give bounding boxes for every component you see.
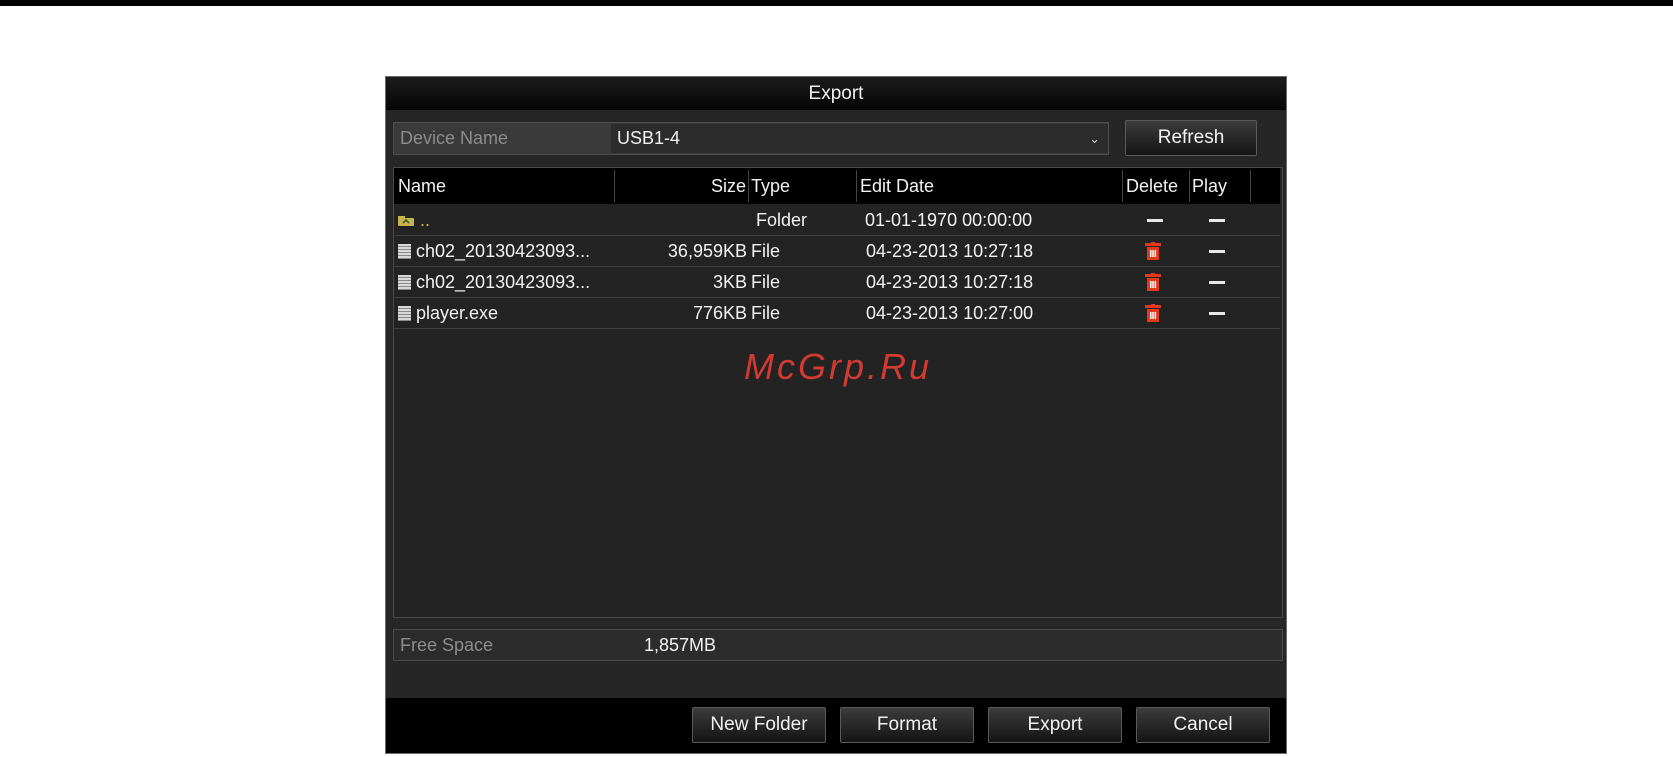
row-type: File xyxy=(751,272,781,292)
row-name: .. xyxy=(398,205,430,236)
file-icon xyxy=(398,275,411,290)
play-unavailable-icon xyxy=(1209,250,1225,253)
header-name[interactable]: Name xyxy=(398,168,446,204)
play-unavailable-icon xyxy=(1209,312,1225,315)
format-button[interactable]: Format xyxy=(840,707,974,743)
play-unavailable-icon xyxy=(1209,281,1225,284)
row-edit-date: 04-23-2013 10:27:00 xyxy=(866,303,1034,323)
trash-icon[interactable] xyxy=(1145,304,1161,322)
row-edit-date: 01-01-1970 00:00:00 xyxy=(865,210,1033,230)
chevron-down-icon[interactable]: ⌄ xyxy=(1089,124,1100,153)
delete-unavailable-icon xyxy=(1147,219,1163,222)
new-folder-button[interactable]: New Folder xyxy=(692,707,826,743)
header-size[interactable]: Size xyxy=(700,168,746,204)
table-row[interactable]: ch02_20130423093... 3KB File 04-23-2013 … xyxy=(394,267,1280,298)
header-divider xyxy=(1122,170,1123,202)
trash-icon[interactable] xyxy=(1145,242,1161,260)
trash-icon[interactable] xyxy=(1145,273,1161,291)
file-icon xyxy=(398,306,411,321)
play-unavailable-icon xyxy=(1209,219,1225,222)
device-name-label: Device Name xyxy=(400,128,509,148)
row-name: ch02_20130423093... xyxy=(398,236,590,267)
header-divider xyxy=(856,170,857,202)
header-divider xyxy=(748,170,749,202)
device-name-row: Device Name USB1-4 ⌄ xyxy=(393,122,1109,155)
file-list: Name Size Type Edit Date Delete Play .. … xyxy=(393,167,1283,618)
top-border xyxy=(0,0,1673,6)
header-divider xyxy=(1250,170,1251,202)
file-list-header: Name Size Type Edit Date Delete Play xyxy=(394,168,1280,204)
folder-up-icon xyxy=(398,216,414,226)
header-divider xyxy=(1189,170,1190,202)
button-bar: New Folder Format Export Cancel xyxy=(386,698,1286,753)
header-delete[interactable]: Delete xyxy=(1126,168,1178,204)
header-divider xyxy=(614,170,615,202)
device-select-value: USB1-4 xyxy=(617,128,681,148)
row-edit-date: 04-23-2013 10:27:18 xyxy=(866,241,1034,261)
row-type: File xyxy=(751,303,781,323)
device-select[interactable]: USB1-4 ⌄ xyxy=(611,124,1108,153)
export-button[interactable]: Export xyxy=(988,707,1122,743)
dialog-title: Export xyxy=(386,77,1286,110)
row-edit-date: 04-23-2013 10:27:18 xyxy=(866,272,1034,292)
refresh-button[interactable]: Refresh xyxy=(1125,120,1257,156)
row-name: player.exe xyxy=(398,298,498,329)
row-size: 36,959KB xyxy=(667,241,747,261)
table-row[interactable]: ch02_20130423093... 36,959KB File 04-23-… xyxy=(394,236,1280,267)
free-space-row: Free Space 1,857MB xyxy=(393,629,1283,661)
free-space-label: Free Space xyxy=(400,635,494,655)
row-size: 3KB xyxy=(712,272,747,292)
watermark: McGrp.Ru xyxy=(743,346,933,387)
file-icon xyxy=(398,244,411,259)
export-dialog: Export Device Name USB1-4 ⌄ Refresh Name… xyxy=(385,76,1287,754)
header-type[interactable]: Type xyxy=(751,168,790,204)
header-edit-date[interactable]: Edit Date xyxy=(860,168,934,204)
table-row[interactable]: player.exe 776KB File 04-23-2013 10:27:0… xyxy=(394,298,1280,329)
row-type: Folder xyxy=(756,210,808,230)
row-size: 776KB xyxy=(692,303,747,323)
free-space-value: 1,857MB xyxy=(644,635,717,655)
header-play[interactable]: Play xyxy=(1192,168,1227,204)
table-row[interactable]: .. Folder 01-01-1970 00:00:00 xyxy=(394,205,1280,236)
row-type: File xyxy=(751,241,781,261)
row-name: ch02_20130423093... xyxy=(398,267,590,298)
cancel-button[interactable]: Cancel xyxy=(1136,707,1270,743)
